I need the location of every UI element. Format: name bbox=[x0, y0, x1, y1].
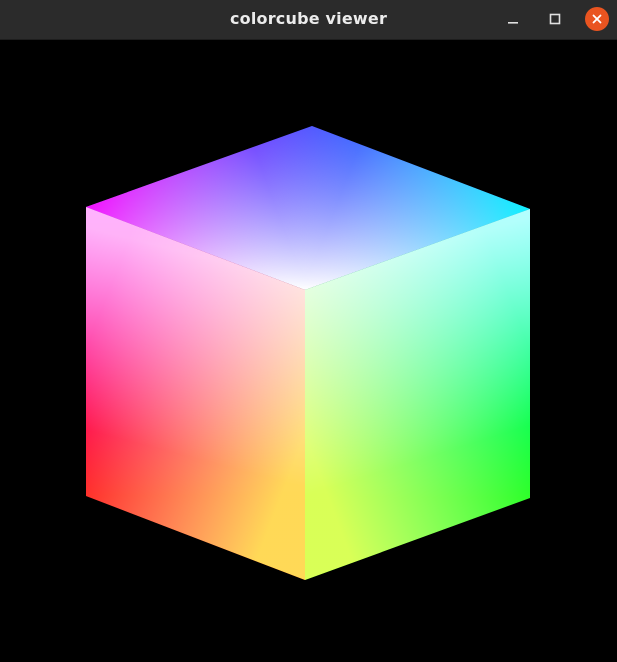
app-window: colorcube viewer bbox=[0, 0, 617, 662]
maximize-icon bbox=[549, 13, 561, 25]
maximize-button[interactable] bbox=[543, 7, 567, 31]
color-cube bbox=[86, 126, 530, 580]
minimize-button[interactable] bbox=[501, 7, 525, 31]
title-bar[interactable]: colorcube viewer bbox=[0, 0, 617, 40]
render-viewport[interactable] bbox=[0, 40, 617, 662]
minimize-icon bbox=[508, 22, 518, 24]
close-button[interactable] bbox=[585, 7, 609, 31]
close-icon bbox=[592, 14, 602, 24]
